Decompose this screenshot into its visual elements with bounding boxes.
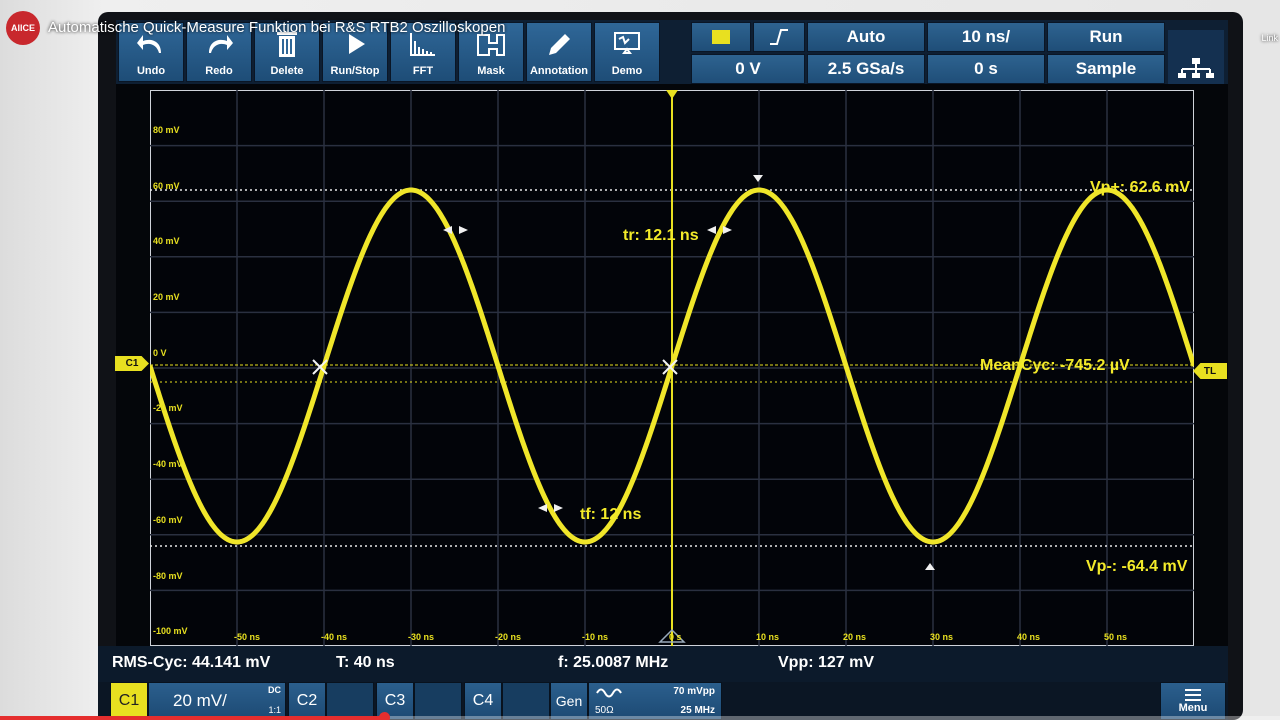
channel-2-panel[interactable] [326,682,374,720]
y-axis-label: 80 mV [153,125,180,135]
rms-result[interactable]: RMS-Cyc: 44.141 mV [112,654,270,672]
channel-1-tab[interactable]: C1 [110,682,148,720]
x-axis-label: 30 ns [930,632,954,642]
y-axis-label: -40 mV [153,459,183,469]
vp-plus-readout: Vp+: 62.6 mV [1090,179,1191,196]
y-axis-label: -100 mV [153,626,188,636]
demo-label: Demo [611,65,643,77]
measurement-results-bar: RMS-Cyc: 44.141 mV T: 40 ns f: 25.0087 M… [98,646,1228,682]
generator-impedance: 50Ω [595,705,614,716]
channel-1-ratio: 1:1 [268,705,281,715]
generator-settings[interactable]: 50Ω 70 mVpp 25 MHz [588,682,722,720]
trigger-slope-button[interactable] [753,22,805,52]
trigger-color-swatch [712,30,730,44]
timebase-button[interactable]: 10 ns/ [927,22,1045,52]
x-axis-label: 20 ns [843,632,867,642]
generator-frequency: 25 MHz [680,705,715,716]
mean-readout: MeanCyc: -745.2 µV [980,357,1130,374]
x-axis-label: -10 ns [582,632,609,642]
trigger-level-button[interactable]: 0 V [691,54,805,84]
x-axis-label: -40 ns [321,632,348,642]
video-title[interactable]: Automatische Quick-Measure Funktion bei … [48,19,505,36]
channel-4-tab[interactable]: C4 [464,682,502,720]
acquisition-mode-button[interactable]: Sample [1047,54,1165,84]
channel-1-scale-button[interactable]: 20 mV/ DC 1:1 [148,682,286,720]
run-stop-label: Run/Stop [330,65,380,77]
redo-label: Redo [205,65,233,77]
demo-icon [614,32,640,54]
generator-tab[interactable]: Gen [550,682,588,720]
mask-label: Mask [477,65,505,77]
trigger-level-marker-label: TL [1203,365,1217,377]
demo-button[interactable]: Demo [594,22,660,82]
y-axis-label: 20 mV [153,292,180,302]
fft-label: FFT [412,65,434,77]
x-axis-label: -50 ns [234,632,261,642]
video-progress-bar[interactable] [0,712,1280,720]
trigger-mode-button[interactable]: Auto [807,22,925,52]
time-offset-button[interactable]: 0 s [927,54,1045,84]
channel-1-scale: 20 mV/ [173,691,227,710]
y-axis-label: -60 mV [153,515,183,525]
menu-button[interactable]: Menu [1160,682,1226,720]
delete-label: Delete [270,65,304,77]
sample-rate-display[interactable]: 2.5 GSa/s [807,54,925,84]
channel-logo[interactable]: AllCE [6,11,40,45]
period-result[interactable]: T: 40 ns [336,654,395,672]
channel-3-panel[interactable] [414,682,462,720]
frequency-result[interactable]: f: 25.0087 MHz [558,654,668,672]
menu-label: Menu [1178,702,1208,714]
rising-edge-icon [770,29,788,45]
y-axis-label: 40 mV [153,236,180,246]
annotation-button[interactable]: Annotation [526,22,592,82]
video-progress-fill [0,716,384,720]
x-axis-label: 50 ns [1104,632,1128,642]
link-text[interactable]: Link [1261,33,1278,43]
y-axis-label: 60 mV [153,181,180,191]
waveform-display[interactable]: 80 mV 60 mV 40 mV 20 mV 0 V -20 mV -40 mV -60 m… [150,90,1194,646]
vpp-result[interactable]: Vpp: 127 mV [778,654,874,672]
channel-4-panel[interactable] [502,682,550,720]
channel-bar: C1 20 mV/ DC 1:1 C2 C3 C4 Gen 50Ω 70 mVp… [98,682,1228,720]
x-axis-label: 0 s [669,632,682,642]
hamburger-icon [1185,689,1201,701]
network-button[interactable] [1168,30,1224,84]
channel-1-coupling: DC [268,685,281,695]
channel-1-marker-label: C1 [125,358,139,369]
x-axis-label: 10 ns [756,632,780,642]
annotation-label: Annotation [529,65,589,77]
vp-minus-readout: Vp-: -64.4 mV [1086,558,1188,575]
x-axis-label: 40 ns [1017,632,1041,642]
pencil-icon [549,34,570,55]
tr-readout: tr: 12.1 ns [623,227,699,244]
trigger-source-button[interactable] [691,22,751,52]
network-icon [1178,58,1214,78]
undo-label: Undo [136,65,166,77]
channel-2-tab[interactable]: C2 [288,682,326,720]
y-axis-label: -20 mV [153,403,183,413]
generator-amplitude: 70 mVpp [673,686,715,697]
video-progress-handle[interactable] [379,712,390,720]
run-state-button[interactable]: Run [1047,22,1165,52]
video-frame: AllCE Automatische Quick-Measure Funktio… [0,0,1280,720]
x-axis-label: -20 ns [495,632,522,642]
sine-wave-icon [596,688,622,698]
y-axis-label: 0 V [153,348,167,358]
x-axis-label: -30 ns [408,632,435,642]
tf-readout: tf: 12 ns [580,506,642,523]
y-axis-label: -80 mV [153,571,183,581]
